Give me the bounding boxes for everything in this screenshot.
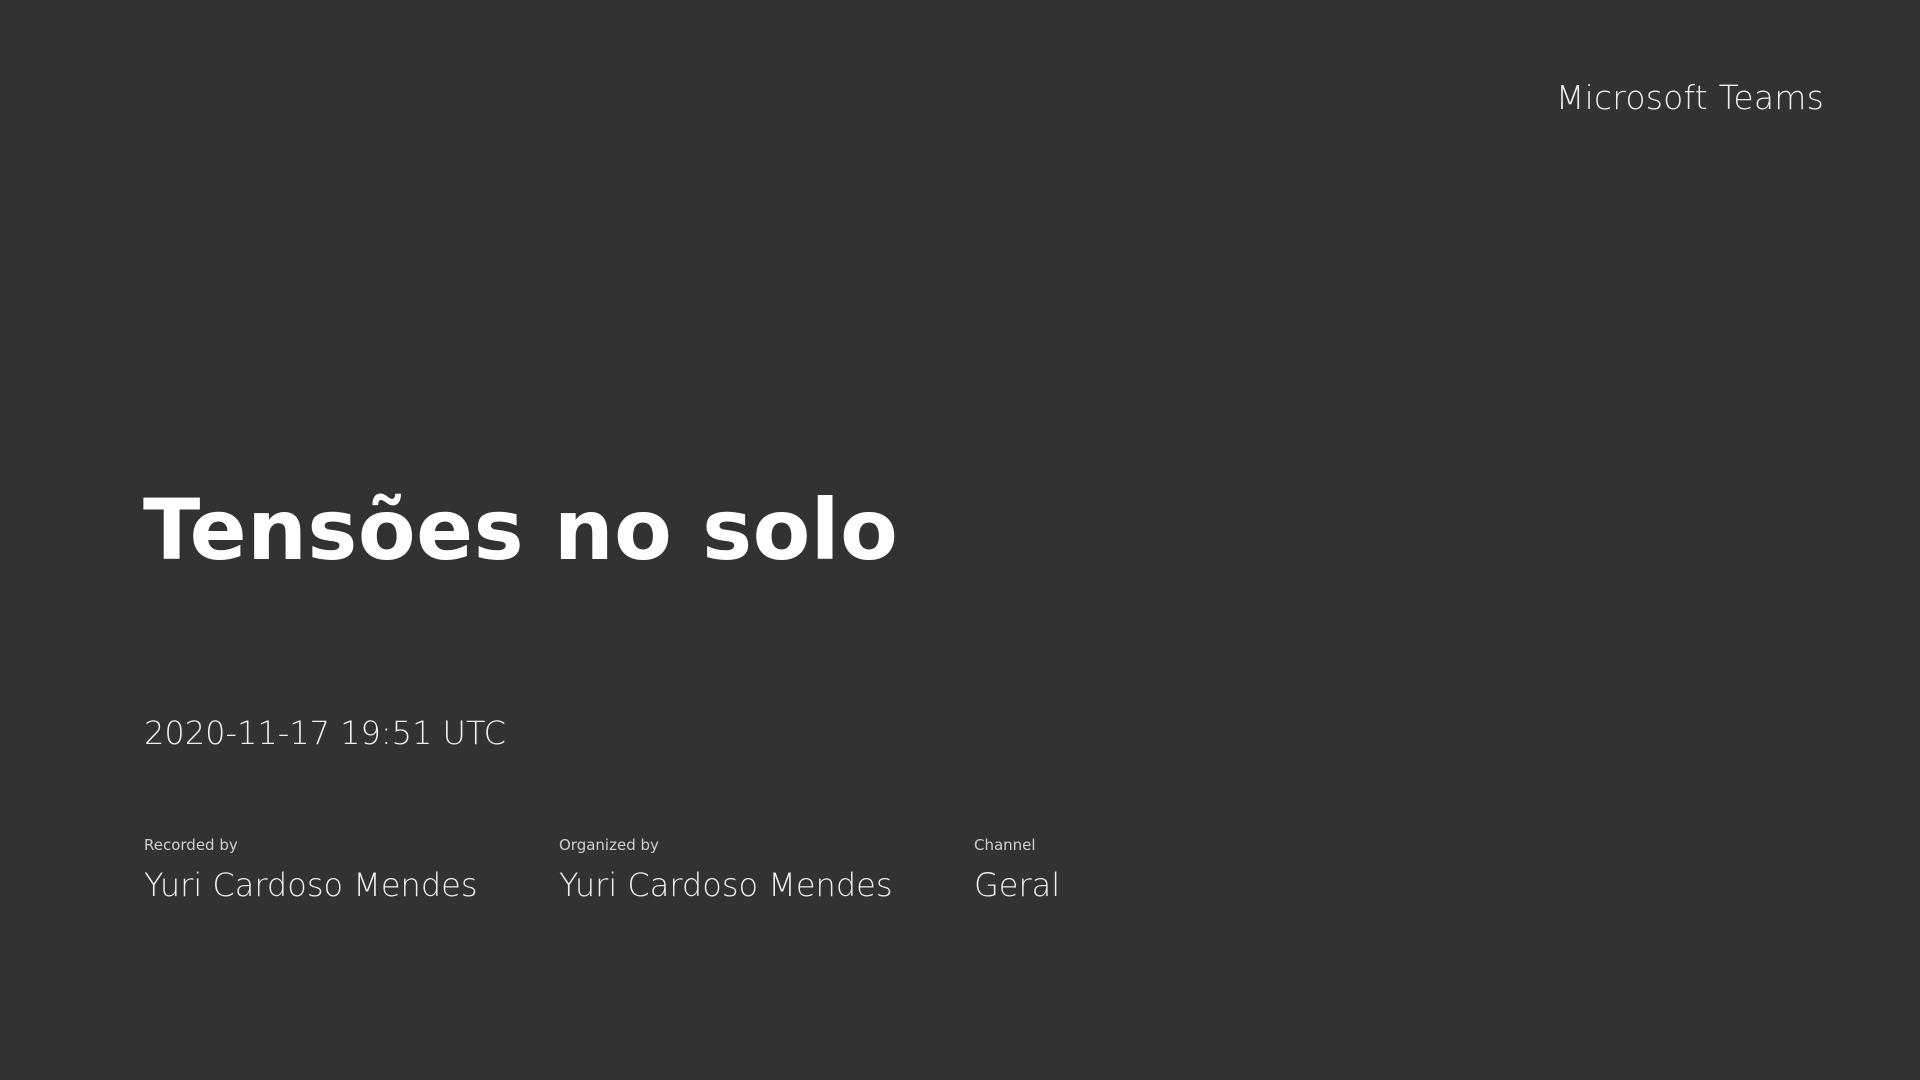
channel-group: Channel Geral bbox=[974, 834, 1174, 904]
channel-value: Geral bbox=[974, 866, 1061, 904]
recorded-by-group: Recorded by Yuri Cardoso Mendes bbox=[144, 834, 559, 904]
meeting-title: Tensões no solo bbox=[143, 481, 899, 579]
meeting-timestamp: 2020-11-17 19:51 UTC bbox=[144, 714, 506, 752]
recorded-by-label: Recorded by bbox=[144, 836, 238, 854]
app-brand-label: Microsoft Teams bbox=[1555, 78, 1824, 117]
organized-by-value: Yuri Cardoso Mendes bbox=[559, 866, 893, 904]
organized-by-label: Organized by bbox=[559, 836, 659, 854]
organized-by-group: Organized by Yuri Cardoso Mendes bbox=[559, 834, 974, 904]
recording-details: Recorded by Yuri Cardoso Mendes Organize… bbox=[144, 834, 1174, 904]
channel-label: Channel bbox=[974, 836, 1036, 854]
recorded-by-value: Yuri Cardoso Mendes bbox=[144, 866, 478, 904]
